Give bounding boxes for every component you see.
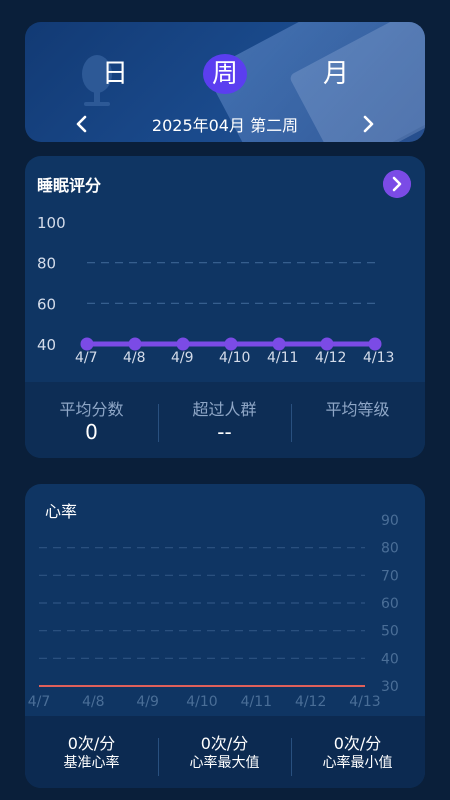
stat-label: 平均等级 — [325, 400, 390, 419]
stat-label: 心率最大值 — [189, 755, 260, 771]
x-tick-label: 4/10 — [186, 694, 217, 710]
x-tick-label: 4/11 — [241, 694, 272, 710]
stat-label: 心率最小值 — [322, 755, 393, 771]
stat-max-heart-rate: 0次/分 心率最大值 — [158, 716, 291, 788]
y-tick-label: 80 — [37, 255, 56, 273]
y-tick-label: 100 — [37, 214, 66, 232]
stat-baseline-heart-rate: 0次/分 基准心率 — [25, 716, 158, 788]
x-tick-label: 4/10 — [219, 350, 250, 366]
period-selector-card: 日 周 月 2025年04月 第二周 — [25, 22, 425, 142]
tab-day[interactable]: 日 — [93, 54, 137, 94]
sleep-stats-row: 平均分数 0 超过人群 -- 平均等级 — [25, 382, 425, 458]
stat-value: -- — [217, 420, 232, 444]
sleep-score-chart: 100 80 60 40 4/7 4/8 4/9 4/10 4/11 4/12 4/13 — [37, 214, 394, 366]
data-point — [272, 337, 286, 351]
stat-label: 平均分数 — [59, 400, 124, 419]
x-tick-label: 4/12 — [295, 694, 326, 710]
stat-label: 超过人群 — [192, 400, 257, 419]
tab-month[interactable]: 月 — [314, 54, 358, 94]
x-tick-label: 4/9 — [136, 694, 159, 710]
stat-value: 0次/分 — [67, 734, 116, 753]
data-point — [128, 337, 142, 351]
tab-week[interactable]: 周 — [203, 54, 247, 94]
stat-min-heart-rate: 0次/分 心率最小值 — [291, 716, 424, 788]
y-tick-label: 40 — [37, 336, 56, 354]
data-point — [320, 337, 334, 351]
data-point — [176, 337, 190, 351]
data-point — [224, 337, 238, 351]
chevron-right-icon[interactable] — [358, 114, 378, 134]
x-tick-label: 4/8 — [123, 350, 146, 366]
sleep-score-title: 睡眠评分 — [37, 176, 102, 195]
y-tick-label: 40 — [381, 651, 399, 667]
stat-value: 0 — [85, 420, 98, 444]
y-tick-label: 80 — [381, 541, 399, 557]
sleep-score-card: 睡眠评分 100 80 60 40 4/7 4/8 4/9 4/10 4/11 4/12 4/13 … — [25, 156, 425, 458]
y-tick-label: 30 — [381, 679, 399, 695]
stat-label: 基准心率 — [63, 755, 120, 771]
stat-beat-population: 超过人群 -- — [158, 382, 291, 458]
x-tick-label: 4/7 — [28, 694, 51, 710]
x-tick-label: 4/13 — [363, 350, 394, 366]
stat-value: 0次/分 — [200, 734, 249, 753]
x-tick-label: 4/13 — [349, 694, 380, 710]
y-tick-label: 90 — [381, 513, 399, 529]
chevron-right-icon[interactable] — [383, 170, 411, 198]
data-point — [80, 337, 94, 351]
stat-average-level: 平均等级 — [291, 382, 424, 458]
stat-average-score: 平均分数 0 — [25, 382, 158, 458]
heart-rate-chart: 90 80 70 60 50 40 30 4/7 4/8 4/9 4/10 4/11 4/12 4/13 — [28, 513, 399, 710]
x-tick-label: 4/8 — [82, 694, 105, 710]
x-tick-label: 4/12 — [315, 350, 346, 366]
stat-value: 0次/分 — [333, 734, 382, 753]
heart-rate-card: 心率 90 80 70 60 50 40 30 4/7 4/8 4/9 4/10 4/11 4/12 4/… — [25, 484, 425, 788]
x-tick-label: 4/7 — [75, 350, 98, 366]
heart-stats-row: 0次/分 基准心率 0次/分 心率最大值 0次/分 心率最小值 — [25, 716, 425, 788]
x-tick-label: 4/11 — [267, 350, 298, 366]
x-tick-label: 4/9 — [171, 350, 194, 366]
y-tick-label: 50 — [381, 624, 399, 640]
y-tick-label: 70 — [381, 568, 399, 584]
y-tick-label: 60 — [37, 295, 56, 313]
data-point — [368, 337, 382, 351]
y-tick-label: 60 — [381, 596, 399, 612]
